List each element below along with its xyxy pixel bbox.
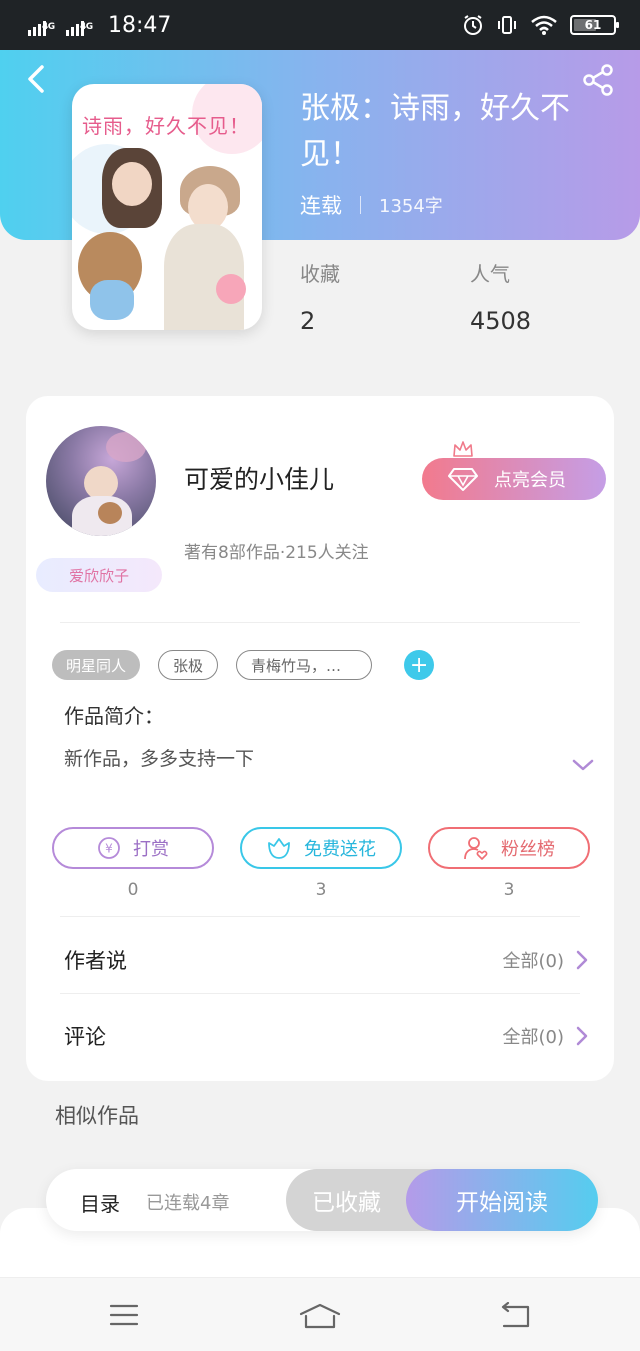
signal-icon-2: 4G [66,14,96,36]
alarm-icon [464,15,482,35]
home-icon[interactable] [298,1302,342,1330]
comments-row[interactable]: 评论 全部(0) [26,1006,614,1066]
fans-count: 3 [503,880,515,900]
flower-count: 3 [315,880,327,900]
tip-button[interactable]: ¥ 打赏 [52,827,214,869]
book-cover[interactable]: 诗雨，好久不见！ [72,84,262,330]
diamond-icon [448,468,478,491]
popularity-label: 人气 [470,262,510,286]
clock: 18:47 [108,12,172,38]
vip-button[interactable]: 点亮会员 [422,458,606,500]
author-avatar[interactable] [46,426,156,536]
tag-item[interactable]: 青梅竹马，… [236,650,373,680]
comments-count: 全部(0) [502,1027,565,1048]
favorites-label: 收藏 [300,262,340,286]
cover-title-art: 诗雨，好久不见！ [82,114,250,138]
tag-item[interactable]: 明星同人 [52,650,141,680]
back-icon[interactable] [22,62,52,96]
divider [60,622,580,623]
signal-icon: 4G [28,14,58,36]
battery-level: 61 [584,18,602,32]
chevron-right-icon [576,1026,588,1046]
chapter-count: 已连载4章 [146,1193,230,1214]
author-badge: 爱欣欣子 [36,558,162,592]
fans-label: 粉丝榜 [501,839,555,860]
chevron-down-icon[interactable] [571,756,595,774]
favorites-value: 2 [300,307,316,335]
popularity-stat: 人气 4508 [470,258,531,335]
favorites-stat: 收藏 2 [300,258,340,335]
book-detail-card: 爱欣欣子 可爱的小佳儿 著有8部作品·215人关注 点亮会员 明星同人 张极 青… [26,396,614,1081]
author-says-row[interactable]: 作者说 全部(0) [26,930,614,990]
serial-status: 连载 [300,194,342,218]
yen-icon: ¥ [98,837,120,859]
comments-label: 评论 [64,1025,106,1049]
popularity-value: 4508 [470,307,532,335]
svg-text:¥: ¥ [105,842,113,856]
intro-text: 新作品，多多支持一下 [64,748,255,770]
flower-icon [268,838,290,859]
author-name[interactable]: 可爱的小佳儿 [184,460,334,496]
tag-list: 明星同人 张极 青梅竹马，… + [52,650,435,680]
battery-icon: 61 [570,15,619,35]
vip-button-label: 点亮会员 [494,470,566,491]
back-nav-icon[interactable] [498,1302,532,1330]
toc-button[interactable]: 目录 [80,1188,120,1217]
book-title: 张极：诗雨，好久不见！ [300,91,570,172]
intro-label: 作品简介： [64,704,164,728]
author-says-count: 全部(0) [502,951,565,972]
status-bar: 4G 4G 18:47 61 [0,0,640,50]
add-tag-button[interactable]: + [404,650,435,680]
divider [60,993,580,994]
author-summary: 著有8部作品·215人关注 [184,543,369,563]
similar-works-heading: 相似作品 [55,1104,139,1128]
menu-icon[interactable] [108,1302,140,1328]
crown-icon [453,441,473,457]
wifi-icon [531,15,557,35]
network-type-1: 4G [42,22,55,32]
tag-item[interactable]: 张极 [158,650,219,680]
system-nav-bar [0,1277,640,1351]
tip-label: 打赏 [133,839,169,860]
send-flower-button[interactable]: 免费送花 [240,827,402,869]
fans-rank-button[interactable]: 粉丝榜 [428,827,590,869]
flower-label: 免费送花 [304,839,376,860]
author-says-label: 作者说 [64,949,127,973]
network-type-2: 4G [80,22,93,32]
user-heart-icon [464,837,488,860]
meta-divider [360,196,361,214]
book-meta: 连载 1354字 [300,190,443,220]
start-reading-button[interactable]: 开始阅读 [406,1169,598,1231]
chevron-right-icon [576,950,588,970]
vibrate-icon [498,16,516,34]
tip-count: 0 [127,880,139,900]
word-count: 1354字 [379,196,443,217]
divider [60,916,580,917]
